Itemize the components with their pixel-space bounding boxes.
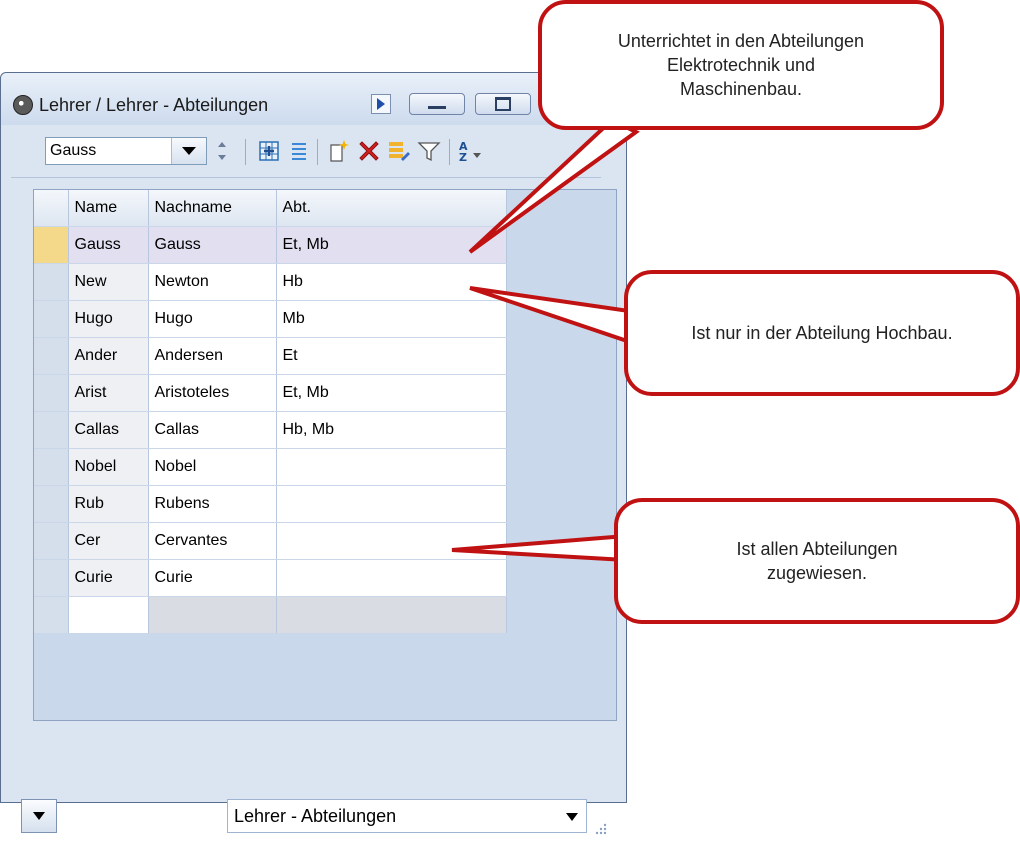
callout-bottom: Ist allen Abteilungen zugewiesen. bbox=[614, 498, 1020, 624]
view-menu-button[interactable] bbox=[21, 799, 57, 833]
view-select[interactable]: Lehrer - Abteilungen bbox=[227, 799, 587, 833]
callout-top-text: Unterrichtet in den Abteilungen Elektrot… bbox=[617, 31, 865, 99]
chevron-down-icon bbox=[566, 813, 578, 821]
view-select-value: Lehrer - Abteilungen bbox=[234, 806, 397, 826]
resize-grip-icon[interactable] bbox=[593, 821, 607, 835]
callout-middle: Ist nur in der Abteilung Hochbau. bbox=[624, 270, 1020, 396]
bottom-bar: Lehrer - Abteilungen bbox=[11, 799, 611, 857]
callout-bottom-text: Ist allen Abteilungen zugewiesen. bbox=[736, 539, 898, 583]
chevron-down-icon bbox=[33, 812, 45, 820]
callout-top: Unterrichtet in den Abteilungen Elektrot… bbox=[538, 0, 944, 130]
callout-middle-text: Ist nur in der Abteilung Hochbau. bbox=[691, 323, 953, 343]
